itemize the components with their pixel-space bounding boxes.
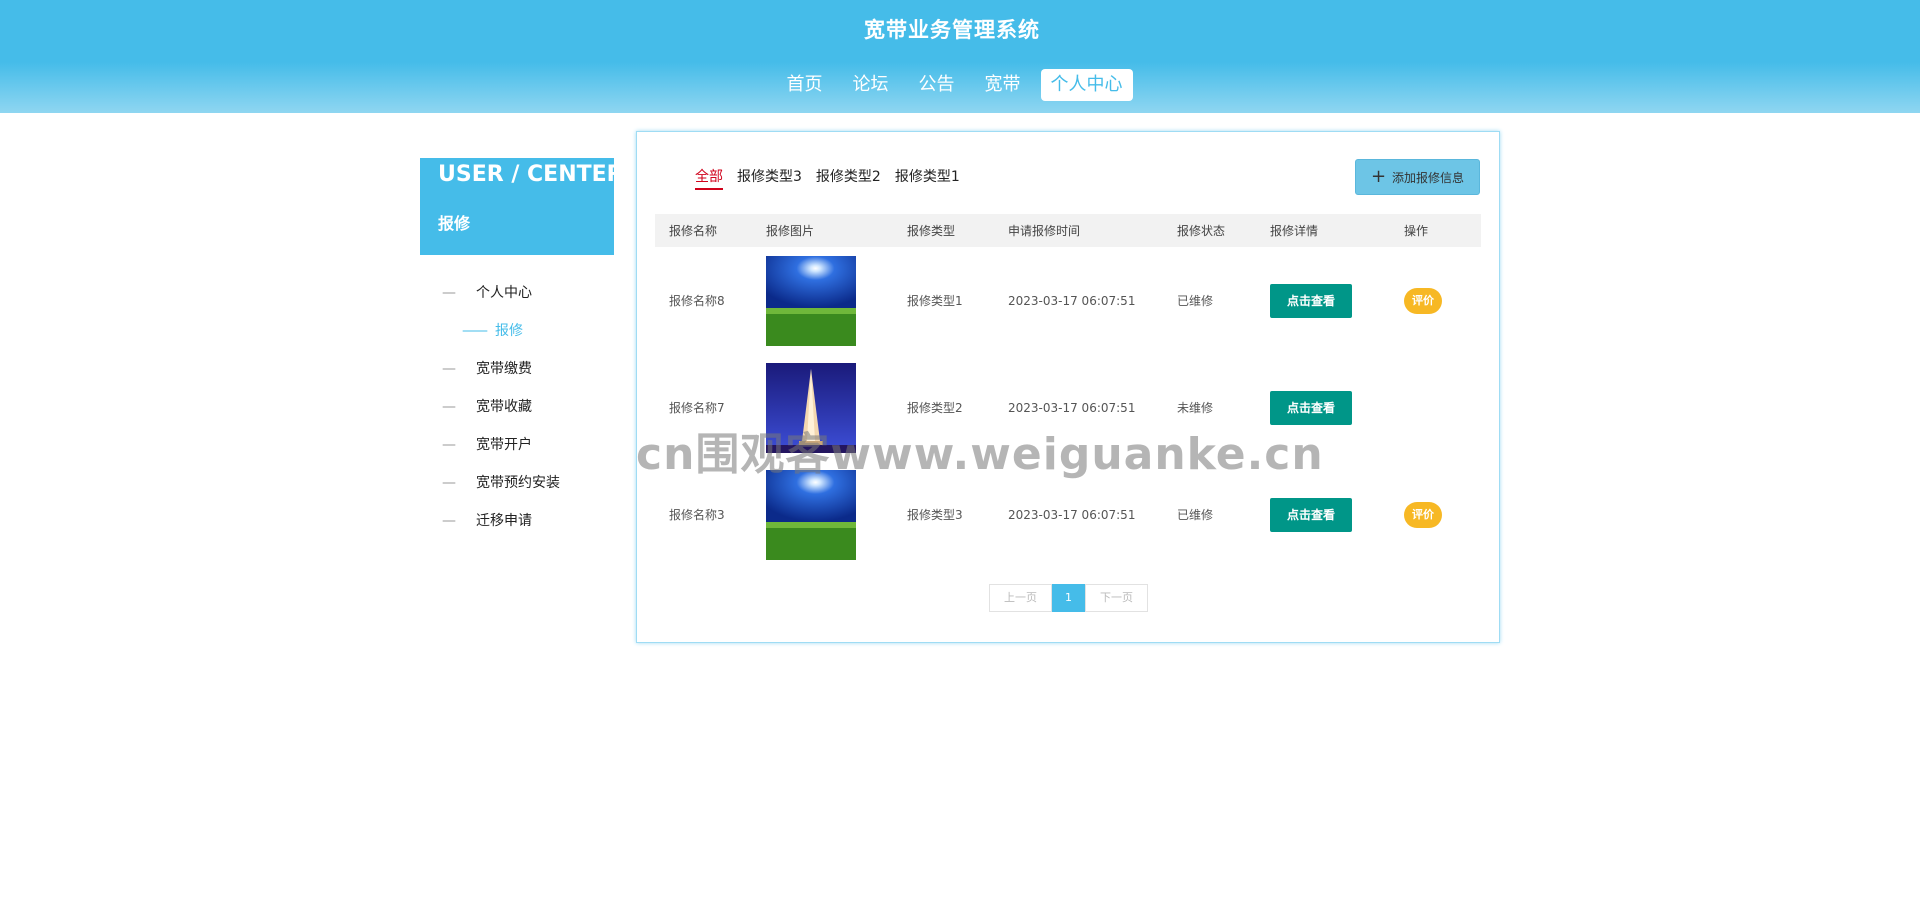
view-detail-button[interactable]: 点击查看 [1270,497,1352,532]
dash-icon: — [442,285,456,301]
view-detail-button[interactable]: 点击查看 [1270,283,1352,318]
dash-icon: — [442,437,456,453]
main-nav: 首页 论坛 公告 宽带 个人中心 [0,69,1904,101]
col-detail: 报修详情 [1256,214,1390,247]
col-status: 报修状态 [1163,214,1256,247]
sidebar-item-label: 宽带缴费 [476,361,532,377]
dash-icon: — [442,513,456,529]
sidebar-item-repair[interactable]: —— 报修 [420,312,614,350]
sidebar-item-label: 迁移申请 [476,513,532,529]
sidebar-item-label: 报修 [495,323,523,339]
sidebar-title-en: USER / CENTER [438,162,624,187]
sidebar-title-cn: 报修 [438,214,471,233]
add-repair-label: 添加报修信息 [1392,170,1465,185]
rate-button[interactable]: 评价 [1404,287,1442,314]
tab-type3[interactable]: 报修类型3 [737,166,802,190]
dash-icon: — [442,475,456,491]
tab-all[interactable]: 全部 [695,166,723,190]
dash-icon: —— [462,323,488,339]
repair-name: 报修名称8 [669,294,725,308]
repair-time: 2023-03-17 06:07:51 [1008,293,1136,308]
repair-image[interactable] [766,469,856,560]
repair-status: 已维修 [1177,294,1214,308]
col-time: 申请报修时间 [994,214,1163,247]
repair-image-cell [752,247,893,354]
sidebar-menu: — 个人中心 —— 报修 — 宽带缴费 — 宽带收藏 — 宽带开户 — 宽带预约… [420,274,614,540]
repair-action-cell: 评价 [1390,461,1481,568]
col-type: 报修类型 [893,214,994,247]
page-1-button[interactable]: 1 [1052,584,1085,612]
add-repair-button[interactable]: + 添加报修信息 [1355,159,1480,195]
sidebar-item-relocation[interactable]: — 迁移申请 [420,502,614,540]
table-header-row: 报修名称 报修图片 报修类型 申请报修时间 报修状态 报修详情 操作 [655,214,1481,247]
sidebar-item-user-center[interactable]: — 个人中心 [420,274,614,312]
nav-forum[interactable]: 论坛 [838,69,904,101]
repair-panel: 全部 报修类型3 报修类型2 报修类型1 + 添加报修信息 报修名称 报修图片 … [636,131,1500,643]
repair-action-cell [1390,354,1481,461]
plus-icon: + [1370,166,1387,187]
sidebar-item-label: 宽带预约安装 [476,475,560,491]
sidebar-item-open-account[interactable]: — 宽带开户 [420,426,614,464]
repair-image[interactable] [766,255,856,346]
rate-button[interactable]: 评价 [1404,501,1442,528]
sidebar-item-favorites[interactable]: — 宽带收藏 [420,388,614,426]
tab-type1[interactable]: 报修类型1 [895,166,960,190]
header: 宽带业务管理系统 首页 论坛 公告 宽带 个人中心 [0,0,1920,113]
col-action: 操作 [1390,214,1481,247]
table-row: 报修名称8 报修类型1 2023-03-17 06:07:51 已维修 点击查看… [655,247,1481,354]
nav-user-center[interactable]: 个人中心 [1040,69,1133,101]
nav-notice[interactable]: 公告 [904,69,970,101]
sidebar-item-label: 宽带收藏 [476,399,532,415]
repair-detail-cell: 点击查看 [1256,247,1390,354]
col-name: 报修名称 [655,214,752,247]
site-title: 宽带业务管理系统 [864,18,1040,42]
sidebar-item-label: 个人中心 [476,285,532,301]
next-page-button[interactable]: 下一页 [1085,584,1148,612]
pagination: 上一页 1 下一页 [989,584,1148,612]
dash-icon: — [442,399,456,415]
nav-home[interactable]: 首页 [772,69,838,101]
type-tabs: 全部 报修类型3 报修类型2 报修类型1 [695,166,960,190]
repair-action-cell: 评价 [1390,247,1481,354]
repair-table: 报修名称 报修图片 报修类型 申请报修时间 报修状态 报修详情 操作 报修名称8 [655,214,1481,568]
nav-broadband[interactable]: 宽带 [970,69,1036,101]
prev-page-button[interactable]: 上一页 [989,584,1052,612]
sidebar-item-payment[interactable]: — 宽带缴费 [420,350,614,388]
watermark: cn围观客www.weiguanke.cn [636,429,1324,480]
tab-type2[interactable]: 报修类型2 [816,166,881,190]
dash-icon: — [442,361,456,377]
sidebar-item-install-booking[interactable]: — 宽带预约安装 [420,464,614,502]
sidebar-item-label: 宽带开户 [476,437,532,453]
sidebar-header: USER / CENTER 报修 [420,158,624,255]
col-image: 报修图片 [752,214,893,247]
repair-type: 报修类型1 [907,294,963,308]
